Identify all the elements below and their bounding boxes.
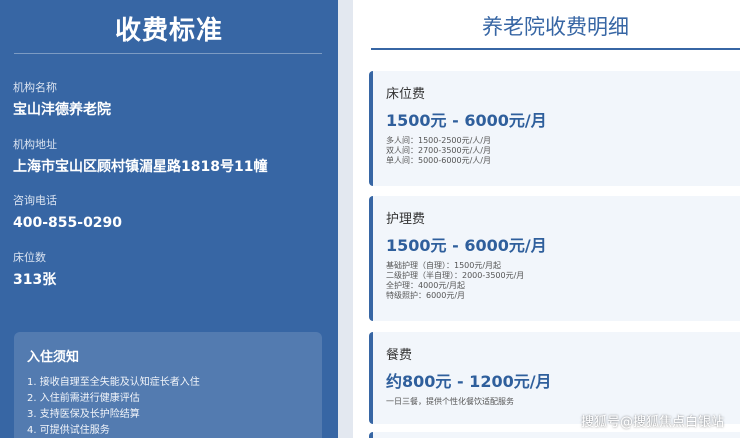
next-fee-card <box>369 432 740 438</box>
panel-gap <box>338 0 353 438</box>
bed-count-block: 床位数 313张 <box>13 251 56 289</box>
card-detail: 全护理：4000元/月起 <box>386 281 466 290</box>
card-detail: 双人间：2700-3500元/人/月 <box>386 146 491 155</box>
card-detail: 基础护理（自理）：1500元/月起 <box>386 261 502 270</box>
institution-name-block: 机构名称 宝山沣德养老院 <box>13 81 111 119</box>
notice-item: 2. 入住前需进行健康评估 <box>27 393 140 404</box>
card-detail: 特级照护：6000元/月 <box>386 291 466 300</box>
detail-title: 养老院收费明细 <box>482 15 629 39</box>
card-detail: 单人间：5000-6000元/人/月 <box>386 156 491 165</box>
notice-item: 3. 支持医保及长护险结算 <box>27 409 140 420</box>
card-price: 1500元 - 6000元/月 <box>386 236 547 255</box>
panel-title: 收费标准 <box>114 16 223 46</box>
admission-notice: 入住须知 1. 接收自理至全失能及认知症长者入住 2. 入住前需进行健康评估 3… <box>14 332 322 438</box>
info-label: 机构名称 <box>13 81 57 94</box>
card-details: 多人间：1500-2500元/人/月 双人间：2700-3500元/人/月 单人… <box>386 136 740 166</box>
card-detail: 一日三餐，提供个性化餐饮适配服务 <box>386 397 514 406</box>
card-detail: 二级护理（半自理）：2000-3500元/月 <box>386 271 525 280</box>
fee-standard-panel: 收费标准 机构名称 宝山沣德养老院 机构地址 上海市宝山区顾村镇湄星路1818号… <box>0 0 338 438</box>
info-label: 床位数 <box>13 251 46 264</box>
card-label: 护理费 <box>386 212 426 227</box>
watermark: 搜狐号@搜狐焦点白银站 <box>580 415 724 430</box>
title-divider <box>14 53 322 54</box>
notice-item: 4. 可提供试住服务 <box>27 425 110 436</box>
notice-item: 1. 接收自理至全失能及认知症长者入住 <box>27 377 200 388</box>
info-label: 咨询电话 <box>13 194 57 207</box>
detail-divider <box>371 48 740 50</box>
card-detail: 多人间：1500-2500元/人/月 <box>386 136 491 145</box>
bed-count: 313张 <box>13 272 57 288</box>
phone-number: 400-855-0290 <box>13 215 123 231</box>
info-label: 机构地址 <box>13 138 57 151</box>
notice-title: 入住须知 <box>27 350 80 365</box>
bed-fee-card: 床位费 1500元 - 6000元/月 多人间：1500-2500元/人/月 双… <box>369 71 740 186</box>
phone-block: 咨询电话 400-855-0290 <box>13 194 122 232</box>
card-price: 1500元 - 6000元/月 <box>386 111 547 130</box>
card-label: 餐费 <box>386 348 413 363</box>
card-price: 约800元 - 1200元/月 <box>386 372 552 391</box>
nursing-fee-card: 护理费 1500元 - 6000元/月 基础护理（自理）：1500元/月起 二级… <box>369 196 740 321</box>
institution-name: 宝山沣德养老院 <box>13 102 111 118</box>
institution-address: 上海市宝山区顾村镇湄星路1818号11幢 <box>13 159 268 175</box>
institution-address-block: 机构地址 上海市宝山区顾村镇湄星路1818号11幢 <box>13 138 267 176</box>
card-details: 基础护理（自理）：1500元/月起 二级护理（半自理）：2000-3500元/月… <box>386 261 740 301</box>
card-details: 一日三餐，提供个性化餐饮适配服务 <box>386 397 740 407</box>
card-label: 床位费 <box>386 87 426 102</box>
fee-detail-panel: 养老院收费明细 床位费 1500元 - 6000元/月 多人间：1500-250… <box>353 0 740 438</box>
